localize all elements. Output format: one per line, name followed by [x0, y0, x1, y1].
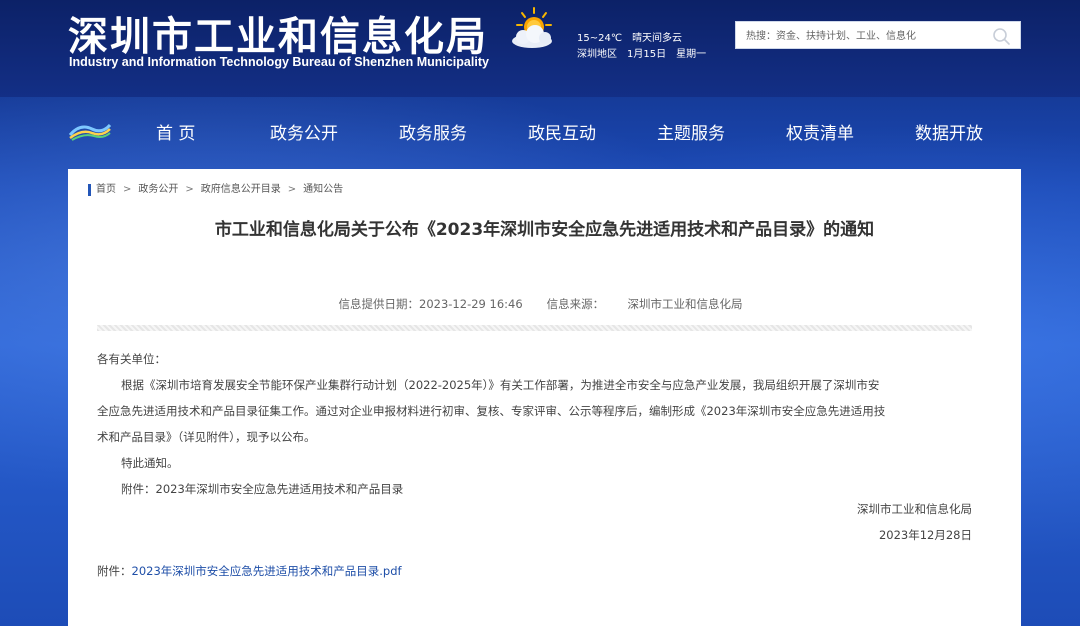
breadcrumb-home[interactable]: 首页 — [96, 184, 116, 195]
nav-item-theme-services[interactable]: 主题服务 — [657, 119, 725, 144]
article-para3: 附件：2023年深圳市安全应急先进适用技术和产品目录 — [121, 482, 404, 496]
search-box — [735, 21, 1021, 49]
search-icon[interactable] — [991, 26, 1011, 46]
weather-desc: 晴天间多云 — [632, 33, 683, 44]
article-body: 各有关单位： 根据《深圳市培育发展安全节能环保产业集群行动计划（2022-202… — [97, 346, 972, 502]
breadcrumb: 首页 > 政务公开 > 政府信息公开目录 > 通知公告 — [88, 184, 343, 196]
nav-item-power-list[interactable]: 权责清单 — [786, 119, 854, 144]
article-source-wrap: 信息来源： 深圳市工业和信息化局 — [539, 297, 751, 311]
article-greeting: 各有关单位： — [97, 352, 166, 366]
article-meta: 信息提供日期：2023-12-29 16:46 信息来源： 深圳市工业和信息化局 — [68, 296, 1021, 312]
attachment-label: 附件： — [97, 564, 132, 578]
attachment-row: 附件：2023年深圳市安全应急先进适用技术和产品目录.pdf — [97, 563, 402, 579]
weather-date: 1月15日 — [627, 49, 667, 60]
weather-date-line: 深圳地区 1月15日 星期一 — [577, 45, 716, 60]
site-subtitle: Industry and Information Technology Bure… — [69, 55, 489, 69]
article-para1-line3: 术和产品目录》（详见附件），现予以公布。 — [97, 430, 316, 444]
site-header: 深圳市工业和信息化局 Industry and Information Tech… — [0, 0, 1080, 97]
article-signature: 深圳市工业和信息化局 2023年12月28日 — [857, 496, 972, 548]
nav-item-gov-affairs-open[interactable]: 政务公开 — [270, 119, 338, 144]
article-source-label: 信息来源： — [546, 297, 605, 311]
signature-date: 2023年12月28日 — [878, 528, 972, 542]
article-title: 市工业和信息化局关于公布《2023年深圳市安全应急先进适用技术和产品目录》的通知 — [214, 220, 875, 240]
shenzhen-logo-icon[interactable] — [68, 119, 112, 141]
nav-item-interaction[interactable]: 政民互动 — [528, 119, 596, 144]
article-container: 首页 > 政务公开 > 政府信息公开目录 > 通知公告 市工业和信息化局关于公布《2023年… — [68, 169, 1021, 626]
main-nav: 首 页 政务公开 政务服务 政民互动 主题服务 权责清单 数据开放 — [0, 97, 1080, 167]
article-para1-line2: 全应急先进适用技术和产品目录征集工作。通过对企业申报材料进行初审、复核、专家评审… — [97, 404, 886, 418]
breadcrumb-notices[interactable]: 通知公告 — [303, 184, 343, 195]
signature-org: 深圳市工业和信息化局 — [857, 502, 972, 516]
meta-divider — [97, 325, 972, 331]
article-para1-line1: 根据《深圳市培育发展安全节能环保产业集群行动计划（2022-2025年）》有关工… — [121, 378, 880, 392]
nav-item-home[interactable]: 首 页 — [156, 119, 195, 144]
attachment-link[interactable]: 2023年深圳市安全应急先进适用技术和产品目录.pdf — [132, 564, 402, 578]
nav-item-gov-services[interactable]: 政务服务 — [399, 119, 467, 144]
weather-sun-cloud-icon — [512, 7, 552, 48]
breadcrumb-separator: > — [287, 184, 297, 195]
nav-item-data-open[interactable]: 数据开放 — [915, 119, 983, 144]
site-title[interactable]: 深圳市工业和信息化局 — [68, 4, 488, 62]
weather-temp: 15~24℃ — [577, 33, 623, 44]
article-date: 信息提供日期：2023-12-29 16:46 — [338, 297, 523, 311]
weather-temp-line: 15~24℃ 晴天间多云 — [577, 29, 692, 44]
breadcrumb-info-catalog[interactable]: 政府信息公开目录 — [201, 184, 281, 195]
breadcrumb-separator: > — [185, 184, 194, 195]
search-input[interactable] — [746, 27, 986, 45]
breadcrumb-separator: > — [123, 184, 132, 195]
breadcrumb-gov-affairs-open[interactable]: 政务公开 — [138, 184, 178, 195]
article-para2: 特此通知。 — [121, 456, 179, 470]
weather-area: 深圳地区 — [577, 49, 617, 60]
weather-weekday: 星期一 — [676, 49, 707, 60]
article-source: 深圳市工业和信息化局 — [627, 297, 743, 311]
